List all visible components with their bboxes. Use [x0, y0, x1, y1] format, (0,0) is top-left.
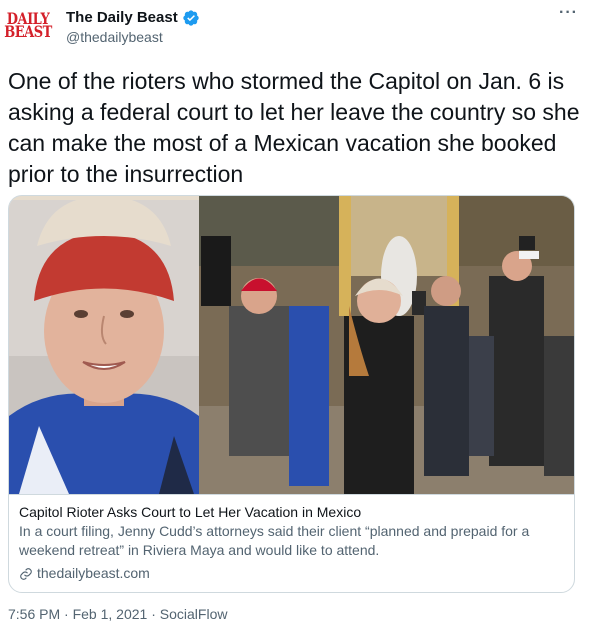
author-info: The Daily Beast @thedailybeast: [66, 8, 200, 45]
tweet-text: One of the rioters who stormed the Capit…: [8, 68, 580, 187]
card-description: In a court filing, Jenny Cudd’s attorney…: [19, 523, 530, 558]
tweet-source[interactable]: SocialFlow: [160, 606, 228, 622]
tweet-meta: 7:56 PM · Feb 1, 2021 · SocialFlow: [8, 606, 227, 622]
card-domain[interactable]: thedailybeast.com: [19, 564, 566, 583]
more-options-icon[interactable]: ···: [559, 4, 578, 22]
card-photo-selfie: [9, 196, 199, 494]
card-body[interactable]: Capitol Rioter Asks Court to Let Her Vac…: [9, 494, 574, 592]
avatar-logo-line-2: BEAST: [4, 23, 52, 42]
verified-badge-icon: [183, 9, 199, 26]
tweet-time[interactable]: 7:56 PM: [8, 606, 60, 622]
link-icon: [20, 567, 32, 580]
rotunda-illustration: [199, 196, 574, 494]
card-photo-rotunda: [199, 196, 574, 494]
card-image[interactable]: [9, 196, 574, 494]
card-domain-text: thedailybeast.com: [37, 565, 150, 581]
link-card[interactable]: Capitol Rioter Asks Court to Let Her Vac…: [8, 195, 575, 593]
author-handle[interactable]: @thedailybeast: [66, 29, 200, 45]
tweet-date[interactable]: Feb 1, 2021: [73, 606, 148, 622]
tweet[interactable]: DAILY BEAST The Daily Beast @thedailybea…: [0, 0, 592, 643]
avatar[interactable]: DAILY BEAST: [4, 6, 52, 46]
meta-separator: ·: [64, 606, 69, 622]
tweet-header: DAILY BEAST The Daily Beast @thedailybea…: [4, 4, 584, 46]
author-name[interactable]: The Daily Beast: [66, 9, 178, 26]
meta-separator: ·: [151, 606, 156, 622]
selfie-illustration: [9, 196, 199, 494]
card-title[interactable]: Capitol Rioter Asks Court to Let Her Vac…: [19, 503, 566, 521]
